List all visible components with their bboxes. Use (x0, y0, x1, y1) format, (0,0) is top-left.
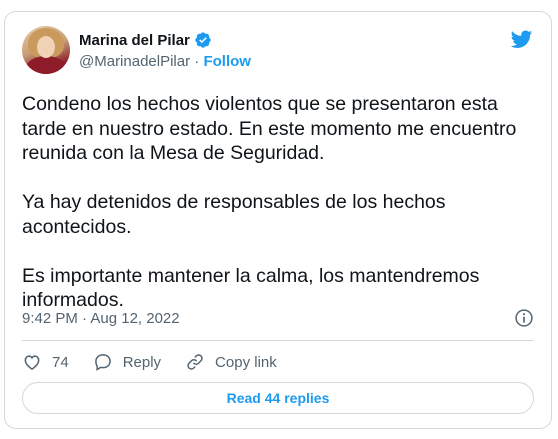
reply-button[interactable]: Reply (93, 352, 161, 372)
read-replies-button[interactable]: Read 44 replies (22, 382, 534, 414)
tweet-paragraph: Condeno los hechos violentos que se pres… (22, 93, 517, 164)
verified-badge-icon (195, 32, 211, 48)
separator-dot: · (194, 53, 200, 70)
like-button[interactable]: 74 (22, 352, 69, 372)
link-icon (187, 354, 203, 370)
copy-link-label: Copy link (215, 353, 277, 371)
handle-row: @MarinadelPilar · Follow (79, 53, 251, 70)
speech-bubble-icon (94, 354, 111, 371)
author-row: Marina del Pilar (79, 31, 212, 49)
tweet-paragraph: Es importante mantener la calma, los man… (22, 264, 480, 312)
heart-icon (24, 355, 40, 370)
twitter-bird-icon[interactable] (509, 28, 534, 50)
tweet-paragraph: Ya hay detenidos de responsables de los … (22, 191, 446, 238)
tweet-header: Marina del Pilar @MarinadelPilar · Follo… (22, 26, 534, 76)
follow-button[interactable]: Follow (203, 53, 251, 70)
tweet-card: Marina del Pilar @MarinadelPilar · Follo… (4, 11, 552, 429)
author-name[interactable]: Marina del Pilar (79, 32, 190, 49)
author-handle[interactable]: @MarinadelPilar (79, 53, 190, 70)
divider (22, 340, 534, 341)
avatar[interactable] (22, 26, 70, 74)
tweet-timestamp[interactable]: 9:42 PM · Aug 12, 2022 (22, 310, 180, 327)
reply-label: Reply (122, 353, 162, 371)
tweet-actions: 74 Reply Copy link (22, 350, 301, 374)
like-count: 74 (52, 353, 69, 371)
tweet-text: Condeno los hechos violentos que se pres… (22, 92, 532, 337)
copy-link-button[interactable]: Copy link (185, 352, 277, 372)
info-icon[interactable] (514, 308, 534, 328)
